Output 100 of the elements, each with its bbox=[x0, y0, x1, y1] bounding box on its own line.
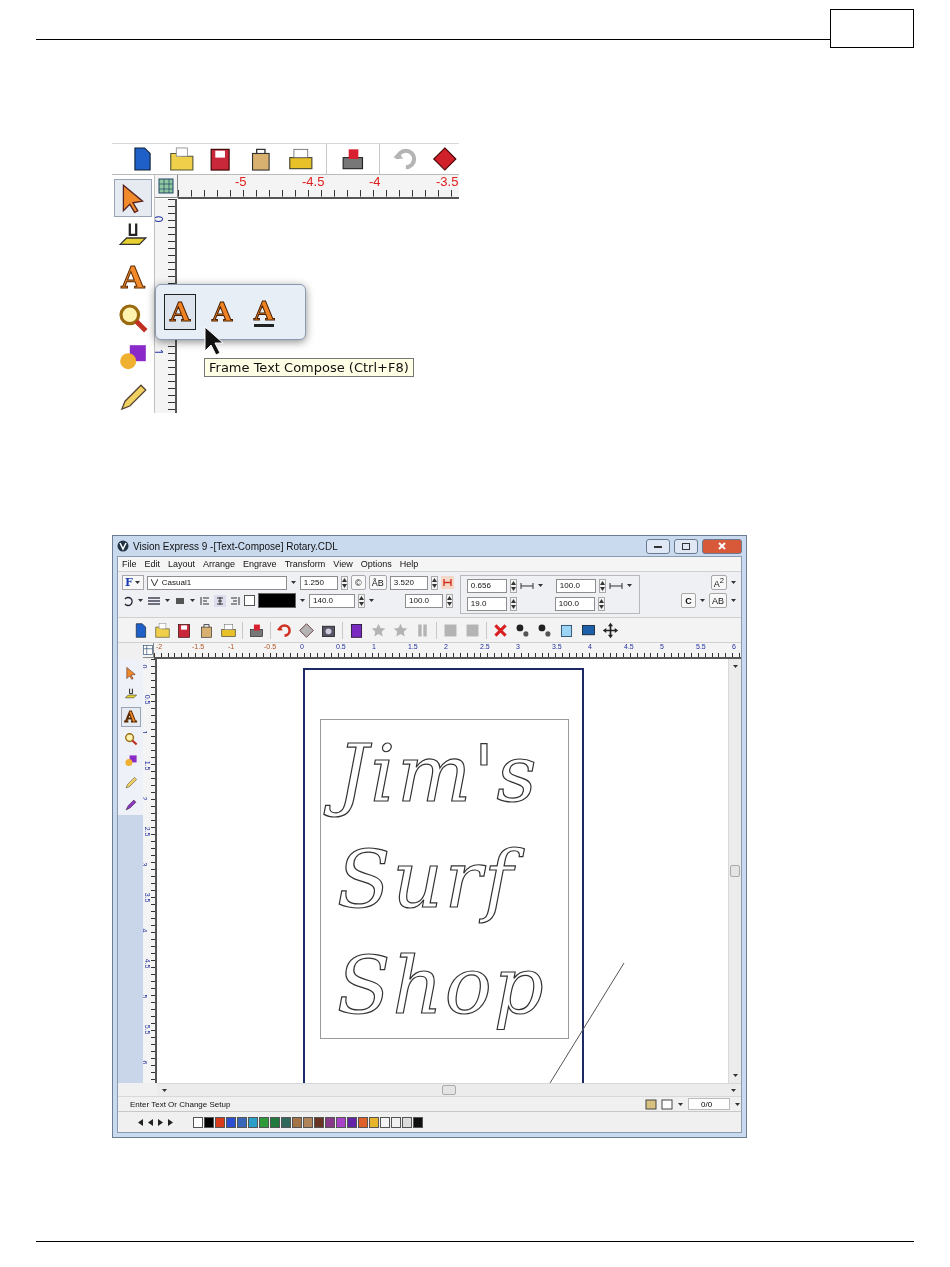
caret-icon[interactable] bbox=[699, 597, 706, 604]
printer-icon[interactable] bbox=[220, 621, 237, 639]
maximize-button[interactable] bbox=[674, 538, 698, 554]
font-button[interactable]: F bbox=[122, 575, 144, 590]
menu-item[interactable]: File bbox=[122, 559, 137, 569]
minimize-button[interactable] bbox=[646, 538, 670, 554]
spinner[interactable] bbox=[598, 578, 606, 593]
case-button[interactable]: C bbox=[681, 593, 696, 608]
caret-icon[interactable] bbox=[161, 1086, 168, 1094]
line-style-icon[interactable] bbox=[147, 595, 161, 606]
color-chip[interactable] bbox=[259, 1116, 269, 1128]
page-icon[interactable] bbox=[645, 1098, 657, 1110]
spacing-field[interactable]: 3.520 bbox=[389, 575, 428, 590]
stroke-field[interactable]: 140.0 bbox=[309, 593, 355, 608]
horizontal-field[interactable]: 0.656 bbox=[466, 578, 507, 593]
caret-icon[interactable] bbox=[730, 579, 737, 586]
color-chip[interactable] bbox=[248, 1116, 258, 1128]
spinner[interactable] bbox=[509, 596, 517, 611]
vertical-field[interactable]: 19.0 bbox=[466, 596, 507, 611]
scale-field[interactable]: 100.0 bbox=[405, 593, 443, 608]
color-chip[interactable] bbox=[402, 1116, 412, 1128]
menu-item[interactable]: Arrange bbox=[203, 559, 236, 569]
first-arrow-icon[interactable] bbox=[136, 1117, 145, 1127]
color-chip[interactable] bbox=[226, 1116, 236, 1128]
color-chip[interactable] bbox=[193, 1116, 203, 1128]
caret-icon[interactable] bbox=[289, 579, 297, 586]
menu-item[interactable]: Help bbox=[399, 559, 419, 569]
caret-icon[interactable] bbox=[625, 582, 633, 589]
ruler-corner[interactable] bbox=[143, 643, 154, 658]
color-chip[interactable] bbox=[204, 1116, 214, 1128]
horizontal-scrollbar[interactable] bbox=[157, 1083, 741, 1096]
menu-item[interactable]: View bbox=[333, 559, 353, 569]
color-chip[interactable] bbox=[292, 1116, 302, 1128]
diamond-icon[interactable] bbox=[431, 144, 459, 174]
color-chip[interactable] bbox=[413, 1116, 423, 1128]
last-arrow-icon[interactable] bbox=[166, 1117, 175, 1127]
color-chip[interactable] bbox=[215, 1116, 225, 1128]
caps-button[interactable]: AB bbox=[709, 593, 727, 608]
width-marker-icon[interactable] bbox=[440, 576, 454, 589]
superscript-button[interactable]: A$^{2}$ bbox=[710, 575, 727, 590]
scrollbar-thumb[interactable] bbox=[730, 865, 740, 877]
caret-icon[interactable] bbox=[189, 597, 196, 604]
color-chip[interactable] bbox=[237, 1116, 247, 1128]
prev-arrow-icon[interactable] bbox=[146, 1117, 155, 1127]
color-chip[interactable] bbox=[380, 1116, 390, 1128]
color-chip[interactable] bbox=[303, 1116, 313, 1128]
color-chip[interactable] bbox=[369, 1116, 379, 1128]
fill-icon[interactable] bbox=[174, 595, 186, 606]
ruler-corner[interactable] bbox=[155, 175, 178, 198]
next-arrow-icon[interactable] bbox=[156, 1117, 165, 1127]
align-center-icon[interactable] bbox=[214, 594, 226, 607]
menu-item[interactable]: Edit bbox=[144, 559, 161, 569]
caret-icon[interactable] bbox=[164, 597, 171, 604]
caret-icon[interactable] bbox=[137, 597, 144, 604]
caret-icon[interactable] bbox=[730, 597, 737, 604]
spinner[interactable] bbox=[597, 596, 605, 611]
spinner[interactable] bbox=[446, 593, 453, 608]
font-field[interactable]: Casual1 bbox=[146, 575, 287, 590]
caret-icon[interactable] bbox=[731, 663, 739, 670]
menu-item[interactable]: Transform bbox=[284, 559, 326, 569]
menu-item[interactable]: Layout bbox=[168, 559, 196, 569]
page-icon[interactable] bbox=[661, 1098, 673, 1110]
checkbox[interactable] bbox=[244, 595, 255, 606]
spinner[interactable] bbox=[509, 578, 517, 593]
horizontal-arrow-icon[interactable] bbox=[519, 581, 534, 590]
vertical-scale-field[interactable]: 100.0 bbox=[554, 596, 595, 611]
color-chip[interactable] bbox=[358, 1116, 368, 1128]
folder-icon[interactable] bbox=[167, 144, 196, 174]
vertical-scrollbar[interactable] bbox=[728, 659, 741, 1083]
book-icon[interactable] bbox=[348, 621, 365, 639]
undo-icon[interactable] bbox=[122, 594, 134, 607]
color-chip[interactable] bbox=[325, 1116, 335, 1128]
cross-icon[interactable] bbox=[492, 621, 509, 639]
color-chip[interactable] bbox=[281, 1116, 291, 1128]
copyright-button[interactable]: © bbox=[350, 575, 366, 590]
spinner[interactable] bbox=[340, 575, 348, 590]
caret-icon[interactable] bbox=[368, 597, 375, 604]
spinner[interactable] bbox=[358, 593, 365, 608]
move-arrows-icon[interactable] bbox=[602, 621, 619, 639]
caret-icon[interactable] bbox=[133, 579, 141, 586]
kerning-button[interactable]: ÅB bbox=[368, 575, 387, 590]
caret-icon[interactable] bbox=[536, 582, 544, 589]
color-chip[interactable] bbox=[314, 1116, 324, 1128]
color-chip[interactable] bbox=[347, 1116, 357, 1128]
folder-icon[interactable] bbox=[154, 621, 171, 639]
horizontal-scale-field[interactable]: 100.0 bbox=[555, 578, 596, 593]
spinner[interactable] bbox=[430, 575, 438, 590]
menu-item[interactable]: Engrave bbox=[243, 559, 277, 569]
tool-button[interactable] bbox=[114, 179, 152, 217]
bag-icon[interactable] bbox=[198, 621, 215, 639]
menu-item[interactable]: Options bbox=[360, 559, 392, 569]
color-chip[interactable] bbox=[391, 1116, 401, 1128]
color-swatch[interactable] bbox=[258, 593, 296, 608]
horizontal-arrow-icon[interactable] bbox=[608, 581, 623, 590]
close-button[interactable] bbox=[702, 538, 742, 554]
color-chip[interactable] bbox=[336, 1116, 346, 1128]
scrollbar-thumb[interactable] bbox=[442, 1085, 456, 1095]
color-chip[interactable] bbox=[270, 1116, 280, 1128]
caret-icon[interactable] bbox=[299, 597, 306, 604]
size-field[interactable]: 1.250 bbox=[299, 575, 338, 590]
